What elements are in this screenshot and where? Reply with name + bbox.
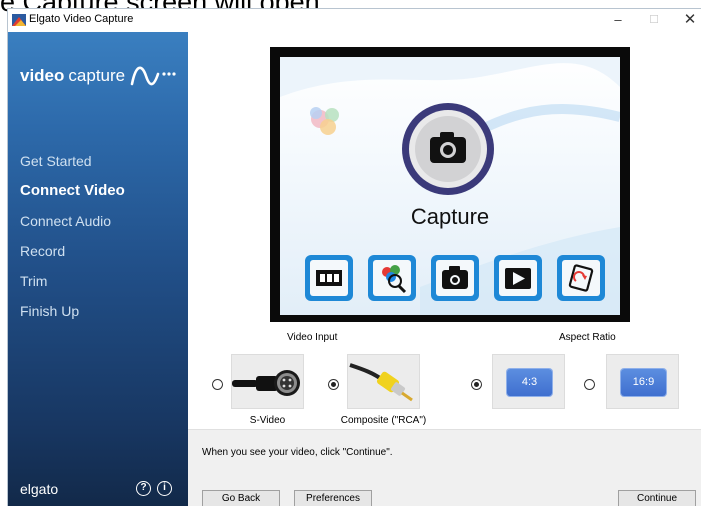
video-preview: Capture (270, 47, 630, 322)
aspect-4-3-option[interactable]: 4:3 (492, 354, 565, 409)
main-content: Capture Video Input Aspect Ratio S-Video… (188, 32, 701, 506)
film-strip-icon (305, 255, 353, 301)
info-icon[interactable]: i (157, 481, 172, 496)
rotate-icon (557, 255, 605, 301)
aspect-ratio-label: Aspect Ratio (559, 332, 616, 343)
nav-record[interactable]: Record (20, 242, 125, 272)
s-video-caption: S-Video (249, 415, 286, 426)
elgato-logo: elgato (20, 481, 59, 497)
aspect-16-9-option[interactable]: 16:9 (606, 354, 679, 409)
color-lens-icon (368, 255, 416, 301)
brand-bold-text: video (20, 66, 65, 85)
composite-option[interactable] (347, 354, 420, 409)
nav-get-started[interactable]: Get Started (20, 152, 125, 182)
s-video-cable-icon (232, 370, 300, 396)
nav-trim[interactable]: Trim (20, 272, 125, 302)
aspect-16-9-badge: 16:9 (621, 369, 666, 396)
nav-connect-video[interactable]: Connect Video (20, 182, 125, 212)
close-button[interactable]: ✕ (675, 11, 701, 29)
nav-connect-audio[interactable]: Connect Audio (20, 212, 125, 242)
camera-icon (402, 103, 494, 195)
minimize-button[interactable]: – (603, 11, 633, 29)
title-bar: Elgato Video Capture – ☐ ✕ (8, 9, 701, 32)
sidebar-nav: Get Started Connect Video Connect Audio … (20, 152, 125, 332)
preview-capture-title: Capture (410, 204, 490, 229)
preview-artwork (280, 57, 620, 315)
rca-cable-icon (349, 363, 413, 402)
brand-logo: video capture (20, 66, 180, 86)
aspect-4-3-badge: 4:3 (507, 369, 552, 396)
video-input-label: Video Input (287, 332, 338, 343)
composite-radio[interactable] (328, 379, 339, 390)
preferences-button[interactable]: Preferences (294, 490, 372, 506)
screenshot-root: e Capture screen will open. Elgato Video… (0, 0, 701, 506)
video-capture-wave-icon (130, 66, 176, 86)
instruction-text: When you see your video, click "Continue… (202, 447, 393, 458)
brand-light-text: capture (68, 66, 126, 85)
app-window: Elgato Video Capture – ☐ ✕ video capture… (7, 8, 701, 506)
aspect-16-9-radio[interactable] (584, 379, 595, 390)
elgato-app-icon (12, 14, 26, 26)
s-video-option[interactable] (231, 354, 304, 409)
preview-screen: Capture (280, 57, 620, 315)
s-video-radio[interactable] (212, 379, 223, 390)
maximize-button[interactable]: ☐ (639, 11, 669, 29)
sidebar-footer: elgato ? i (20, 481, 180, 499)
window-title: Elgato Video Capture (29, 13, 134, 25)
go-back-button[interactable]: Go Back (202, 490, 280, 506)
camera-small-icon (431, 255, 479, 301)
color-dots-decoration (310, 107, 339, 135)
composite-caption: Composite ("RCA") (340, 415, 427, 426)
sidebar: video capture Get Started Connect Video … (8, 32, 188, 506)
play-icon (494, 255, 542, 301)
help-icon[interactable]: ? (136, 481, 151, 496)
continue-button[interactable]: Continue (618, 490, 696, 506)
aspect-4-3-radio[interactable] (471, 379, 482, 390)
nav-finish-up[interactable]: Finish Up (20, 302, 125, 332)
